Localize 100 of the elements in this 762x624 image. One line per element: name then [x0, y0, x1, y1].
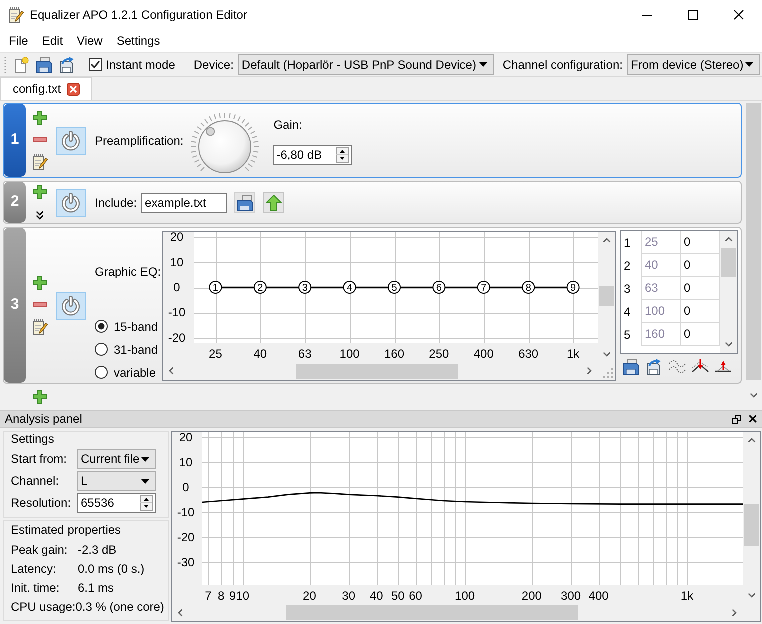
power-icon[interactable]: [61, 296, 81, 316]
x-axis-label: 8: [218, 589, 225, 603]
scrollbar-thumb[interactable]: [746, 103, 761, 380]
power-button[interactable]: [56, 292, 86, 320]
power-button[interactable]: [56, 188, 86, 216]
double-chevron-down-icon[interactable]: [36, 211, 44, 220]
filter-panel[interactable]: 2 Include: example.txt: [3, 181, 742, 224]
radio-label[interactable]: 15-band: [114, 318, 158, 336]
peak-arrow-icon[interactable]: [692, 359, 709, 373]
chevron-right-icon[interactable]: [732, 608, 737, 616]
notepad-icon: [8, 7, 24, 23]
close-icon[interactable]: [734, 10, 744, 20]
band-marker[interactable]: 4: [343, 280, 356, 294]
scrollbar-thumb[interactable]: [286, 605, 578, 620]
dropdown[interactable]: L: [77, 471, 156, 491]
scrollbar-thumb[interactable]: [296, 364, 458, 378]
band-marker[interactable]: 1: [209, 280, 222, 294]
power-button[interactable]: [56, 126, 86, 154]
menu-item[interactable]: File: [2, 31, 36, 51]
minimize-icon[interactable]: [642, 14, 652, 16]
overlapping-windows-icon[interactable]: [732, 414, 741, 424]
menu-item[interactable]: View: [70, 31, 110, 51]
annotation: 5: [392, 282, 398, 294]
gain-spinbox[interactable]: -6,80 dB: [272, 144, 352, 164]
annotation: 9: [570, 282, 577, 294]
disk-arrow-icon[interactable]: [59, 56, 75, 72]
chevron-up-icon[interactable]: [748, 438, 756, 443]
chevron-left-icon[interactable]: [169, 367, 174, 375]
filter-panel[interactable]: 3 Graphic EQ: 15-band 31-band variable 20 100 -10 -20 25 40 63 100 160 250 400 630 1k 1 2 3 4 5 6 7 8 9 1 25 0 2 40 0 3 63 0 4 100 0 5 160 0: [3, 227, 742, 384]
row-number: 3: [623, 280, 632, 298]
annotation: 4: [347, 282, 354, 294]
radio-button[interactable]: [95, 320, 108, 333]
frequency-cell: 100: [641, 300, 680, 323]
vertical-scrollbar[interactable]: [720, 231, 737, 353]
gain-knob[interactable]: [190, 112, 260, 174]
menu-item[interactable]: Edit: [35, 31, 70, 51]
maximize-icon[interactable]: [688, 10, 698, 20]
resize-grip-icon[interactable]: [603, 368, 613, 378]
menu-item[interactable]: Settings: [110, 31, 168, 51]
plus-icon[interactable]: [33, 185, 47, 199]
band-marker[interactable]: 8: [522, 280, 536, 294]
notepad-pencil-icon[interactable]: [32, 154, 48, 170]
radio-button[interactable]: [95, 366, 108, 379]
grip-icon[interactable]: [4, 56, 7, 72]
file-tab[interactable]: config.txt: [0, 77, 92, 100]
gain-label: Gain:: [272, 116, 304, 132]
property-label: Peak gain:: [11, 542, 69, 558]
caret-down-icon[interactable]: [745, 62, 754, 67]
dropdown[interactable]: Current file: [77, 449, 156, 469]
checkbox[interactable]: [89, 58, 102, 71]
frequency-cell: 40: [641, 254, 680, 277]
band-marker[interactable]: 6: [432, 280, 446, 294]
new-document-icon[interactable]: [13, 56, 29, 72]
plus-icon[interactable]: [33, 111, 47, 125]
chevron-up-icon[interactable]: [724, 237, 732, 242]
dotted-wave-icon[interactable]: [669, 359, 686, 375]
floppy-disk-icon[interactable]: [623, 359, 640, 375]
band-marker[interactable]: 9: [566, 280, 580, 294]
notepad-pencil-icon[interactable]: [32, 319, 48, 335]
checkbox-label[interactable]: Instant mode: [106, 56, 176, 74]
y-axis-label: -10: [177, 505, 195, 520]
spinbox[interactable]: 65536: [77, 493, 156, 513]
spin-arrows-icon[interactable]: [140, 495, 153, 511]
plus-icon[interactable]: [33, 390, 47, 404]
band-marker[interactable]: 7: [477, 280, 490, 294]
radio-label[interactable]: 31-band: [114, 340, 158, 358]
radio-button[interactable]: [95, 343, 108, 356]
disk-arrow-icon[interactable]: [646, 359, 663, 375]
close-icon[interactable]: [749, 415, 757, 423]
spin-arrows-icon[interactable]: [336, 146, 349, 162]
chevron-down-icon[interactable]: [602, 352, 610, 356]
save-icon[interactable]: [36, 56, 52, 72]
scrollbar-thumb[interactable]: [721, 248, 736, 277]
x-axis-label: 630: [518, 346, 539, 360]
power-icon[interactable]: [61, 192, 81, 212]
y-axis-label: -10: [168, 305, 186, 320]
band-marker[interactable]: 3: [298, 280, 312, 294]
chevron-down-icon[interactable]: [724, 342, 732, 347]
x-axis-label: 160: [384, 346, 405, 360]
plus-icon[interactable]: [33, 276, 47, 290]
device-dropdown[interactable]: Default (Hoparlör - USB PnP Sound Device): [238, 54, 494, 75]
chevron-left-icon[interactable]: [178, 608, 183, 616]
chevron-right-icon[interactable]: [587, 367, 592, 375]
chevron-down-icon[interactable]: [750, 393, 758, 398]
x-axis-label: 1k: [566, 346, 580, 360]
caret-down-icon[interactable]: [141, 478, 150, 484]
scrollbar-thumb[interactable]: [599, 286, 614, 306]
caret-down-icon[interactable]: [141, 456, 150, 462]
caret-down-icon[interactable]: [478, 62, 488, 67]
channel-configuration-dropdown[interactable]: From device (Stereo): [627, 54, 760, 75]
power-icon[interactable]: [61, 130, 81, 150]
radio-label[interactable]: variable: [114, 364, 156, 382]
scrollbar-thumb[interactable]: [744, 504, 759, 546]
include-file-field[interactable]: example.txt: [141, 192, 228, 212]
chevron-up-icon[interactable]: [602, 238, 610, 242]
x-axis-label: 60: [409, 589, 422, 603]
filter-panel[interactable]: 1 Preamplification: Gain: -6,80 dB: [3, 103, 742, 178]
flat-line-arrow-icon[interactable]: [715, 359, 732, 373]
property-value: 0.3 % (one core): [76, 598, 164, 616]
chevron-down-icon[interactable]: [748, 593, 756, 598]
